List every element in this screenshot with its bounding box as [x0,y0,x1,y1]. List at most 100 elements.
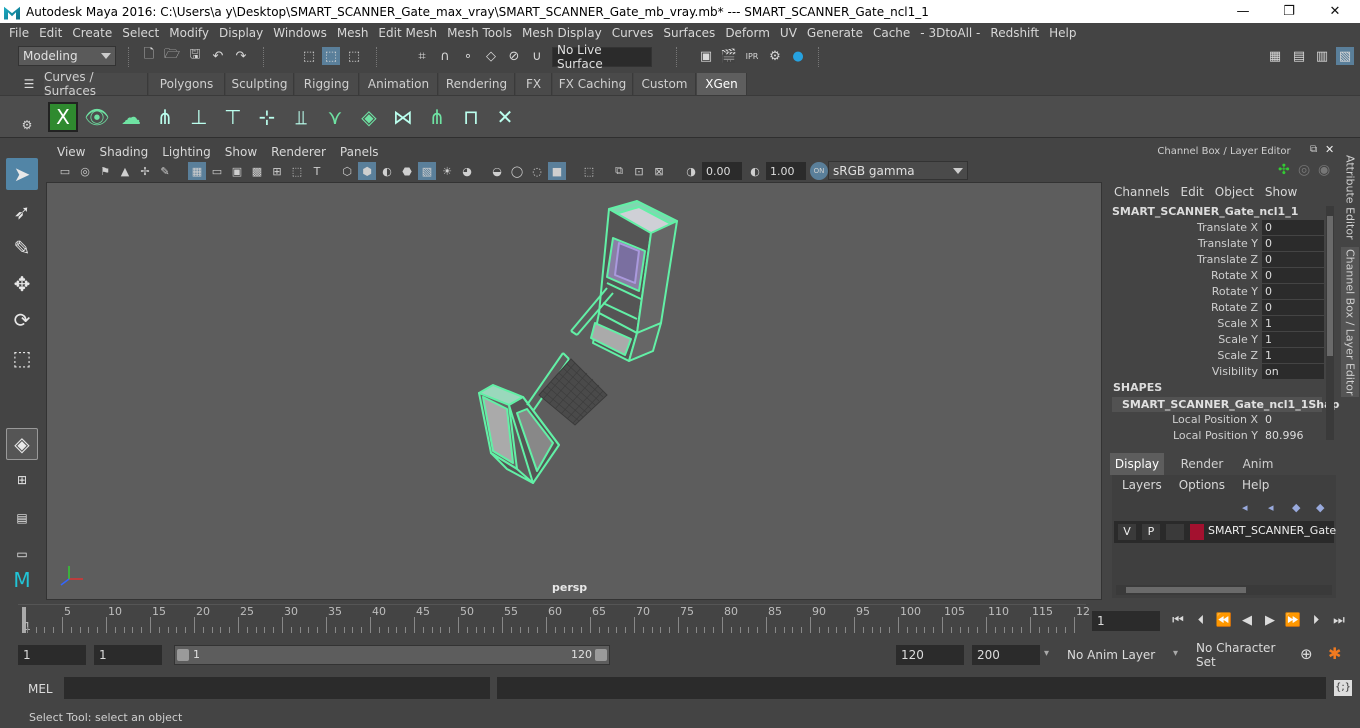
menu-mesh-tools[interactable]: Mesh Tools [442,26,517,40]
backface-culling-icon[interactable]: ⊠ [650,162,668,180]
menu-redshift[interactable]: Redshift [985,26,1044,40]
render-settings-icon[interactable]: ⚙ [766,47,784,65]
attr-row-visibility[interactable]: Visibility on [1112,364,1324,380]
gamma-icon[interactable]: ◐ [746,162,764,180]
snap-view-plane-icon[interactable]: ◇ [482,47,500,65]
chevron-down-icon[interactable]: ▾ [1044,648,1049,659]
tab-polygons[interactable]: Polygons [149,73,225,95]
auto-key-icon[interactable]: ⊕ [1300,645,1313,663]
live-surface-field[interactable]: No Live Surface [552,43,652,71]
attr-row-rotate-z[interactable]: Rotate Z 0 [1112,300,1324,316]
mode-dropdown[interactable]: Modeling [18,46,116,66]
range-end-handle[interactable] [595,649,607,661]
tab-animation[interactable]: Animation [360,73,438,95]
tab-xgen[interactable]: XGen [697,73,747,95]
tab-fx-caching[interactable]: FX Caching [553,73,633,95]
single-perspective-layout-icon[interactable]: ◈ [6,428,38,460]
depth-of-field-icon[interactable]: ◌ [528,162,546,180]
attr-row-rotate-y[interactable]: Rotate Y 0 [1112,284,1324,300]
lasso-tool-icon[interactable]: ➶ [6,196,38,228]
smooth-shade-icon[interactable]: ⬢ [358,162,376,180]
resolution-gate-icon[interactable]: ▣ [228,162,246,180]
undo-icon[interactable]: ↶ [209,47,227,65]
time-slider[interactable]: 1 51015202530354045505560657075808590951… [18,604,1090,634]
snap-curve-icon[interactable]: ∩ [436,47,454,65]
channel-box-scrollbar[interactable] [1326,206,1334,440]
minimize-button[interactable]: — [1220,0,1266,23]
bookmark-icon[interactable]: ⚑ [96,162,114,180]
modeling-toolkit-icon[interactable]: ▤ [1290,47,1308,65]
attr-value[interactable]: 0 [1262,268,1324,283]
shape-node-name[interactable]: SMART_SCANNER_Gate_ncl1_1Shape [1112,397,1347,412]
xgen-preview-icon[interactable]: 👁 [82,102,112,132]
shelf-options-gear-icon[interactable]: ⚙ [18,116,36,134]
menu-3dtoall[interactable]: - 3DtoAll - [915,26,985,40]
snap-grid-icon[interactable]: ⌗ [413,47,431,65]
layer-horizontal-scrollbar[interactable] [1116,585,1332,595]
layer-display-type-toggle[interactable] [1166,524,1184,540]
attr-row-local-position-x[interactable]: Local Position X 0 [1112,412,1324,428]
menu-generate[interactable]: Generate [802,26,868,40]
panel-menu-view[interactable]: View [50,145,92,159]
close-panel-icon[interactable]: ✕ [1325,143,1334,156]
xgen-sculpt-guide-icon[interactable]: ⊤ [218,102,248,132]
attr-value[interactable]: 0 [1262,412,1324,427]
save-scene-icon[interactable]: 🖫 [186,47,204,65]
attr-value[interactable]: 1 [1262,348,1324,363]
step-forward-frame-icon[interactable]: ⏵ [1306,611,1326,629]
motion-blur-icon[interactable]: ◒ [488,162,506,180]
tab-curves-surfaces[interactable]: Curves / Surfaces [44,70,148,98]
xgen-place-guide-icon[interactable]: ⊥ [184,102,214,132]
shadows-icon[interactable]: ☀ [438,162,456,180]
attribute-editor-toggle-icon[interactable]: ▥ [1313,47,1331,65]
menu-cache[interactable]: Cache [868,26,915,40]
isolate-select-icon[interactable]: ■ [548,162,566,180]
select-by-object-icon[interactable]: ⬚ [322,47,340,65]
xray-components-icon[interactable]: ⊡ [630,162,648,180]
render-frame-icon[interactable]: 🎬 [720,47,738,65]
attr-row-local-position-y[interactable]: Local Position Y 80.996 [1112,428,1324,444]
layer-playback-toggle[interactable]: P [1142,524,1160,540]
animation-preferences-icon[interactable]: ✱ [1328,644,1341,663]
tab-rendering[interactable]: Rendering [439,73,515,95]
attr-value[interactable]: 0 [1262,300,1324,315]
layer-menu-layers[interactable]: Layers [1112,478,1169,492]
grid-icon[interactable]: ▦ [188,162,206,180]
side-by-side-layout-icon[interactable]: ▤ [6,502,38,534]
xgen-description-icon[interactable]: ☁ [116,102,146,132]
panel-menu-renderer[interactable]: Renderer [264,145,333,159]
use-all-lights-icon[interactable]: ▧ [418,162,436,180]
xgen-grass-icon[interactable]: ⋎ [320,102,350,132]
attr-row-scale-x[interactable]: Scale X 1 [1112,316,1324,332]
xgen-delete-guide-icon[interactable]: ✕ [490,102,520,132]
menu-uv[interactable]: UV [775,26,802,40]
float-panel-icon[interactable]: ⧉ [1310,144,1317,155]
tab-rigging[interactable]: Rigging [295,73,359,95]
color-space-dropdown[interactable]: sRGB gamma [828,161,968,180]
xgen-groom-icon[interactable]: ⋔ [422,102,452,132]
channel-box-menu-show[interactable]: Show [1259,185,1302,199]
select-by-component-icon[interactable]: ⬚ [345,47,363,65]
play-forwards-icon[interactable]: ▶ [1260,611,1280,629]
gamma-field[interactable]: 1.00 [766,162,806,180]
character-set-dropdown[interactable]: No Character Set [1191,641,1291,669]
panel-menu-panels[interactable]: Panels [333,145,386,159]
panel-menu-shading[interactable]: Shading [92,145,155,159]
xgen-editor-icon[interactable]: X [48,102,78,132]
layer-color-swatch[interactable] [1190,524,1204,540]
perspective-viewport[interactable] [46,182,1102,600]
move-tool-icon[interactable]: ✥ [6,268,38,300]
attr-value[interactable]: 0 [1262,236,1324,251]
menu-file[interactable]: File [4,26,34,40]
shelf-menu-icon[interactable]: ☰ [20,75,38,93]
menu-deform[interactable]: Deform [720,26,775,40]
range-slider[interactable]: 1 120 [174,645,610,665]
render-view-icon[interactable]: ▣ [697,47,715,65]
attr-value[interactable]: 1 [1262,316,1324,331]
new-layer-selected-icon[interactable]: ◆ [1316,501,1324,514]
channel-box-toggle-icon[interactable]: ▧ [1336,47,1354,65]
tab-sculpting[interactable]: Sculpting [226,73,294,95]
playback-end-field[interactable]: 120 [896,645,964,665]
menu-select[interactable]: Select [117,26,164,40]
go-to-end-icon[interactable]: ⏭ [1329,611,1349,629]
